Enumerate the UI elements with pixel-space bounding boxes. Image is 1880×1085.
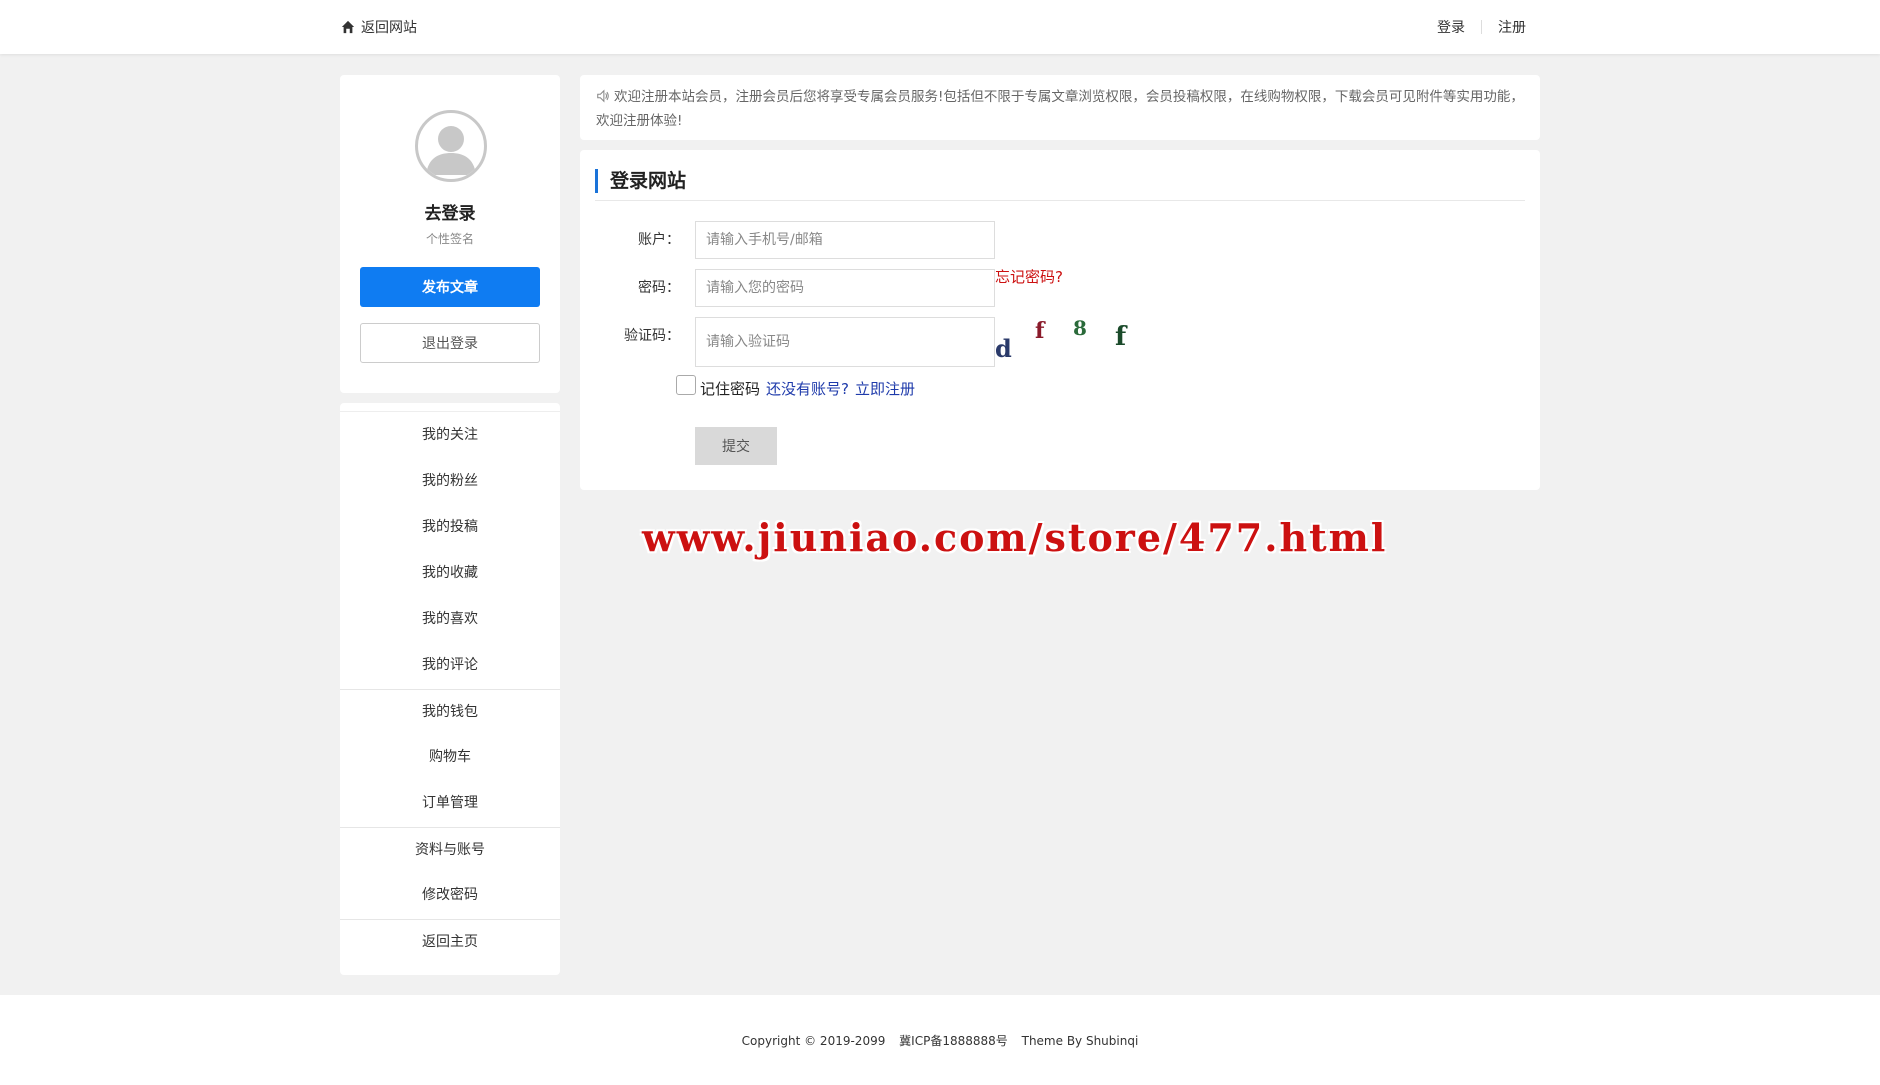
captcha-image[interactable]: d f 8 f bbox=[995, 316, 1145, 366]
logout-button[interactable]: 退出登录 bbox=[360, 323, 540, 363]
icp-link[interactable]: 冀ICP备1888888号 bbox=[899, 1034, 1008, 1048]
divider bbox=[340, 919, 560, 920]
menu-item-home[interactable]: 返回主页 bbox=[340, 930, 560, 954]
divider bbox=[1481, 20, 1482, 34]
captcha-char: 8 bbox=[1073, 316, 1087, 340]
notice-text: 欢迎注册本站会员，注册会员后您将享受专属会员服务!包括但不限于专属文章浏览权限，… bbox=[596, 89, 1524, 129]
menu-item-profile-account[interactable]: 资料与账号 bbox=[340, 838, 560, 862]
captcha-label: 验证码： bbox=[624, 328, 680, 344]
captcha-char: f bbox=[1115, 322, 1127, 352]
login-title: 登录网站 bbox=[595, 169, 686, 193]
auth-links: 登录 注册 bbox=[1437, 17, 1526, 37]
remember-checkbox[interactable] bbox=[676, 374, 696, 395]
menu-item-cart[interactable]: 购物车 bbox=[340, 745, 560, 769]
menu-item-comments[interactable]: 我的评论 bbox=[340, 653, 560, 677]
captcha-char: d bbox=[995, 334, 1012, 363]
forgot-password-link[interactable]: 忘记密码? bbox=[995, 266, 1063, 287]
login-form-card: 登录网站 账户： 密码： 忘记密码? 验证码： d f 8 f 记住密码 还没有… bbox=[580, 150, 1540, 490]
menu-item-following[interactable]: 我的关注 bbox=[340, 423, 560, 447]
divider bbox=[340, 411, 560, 412]
remember-label: 记住密码 bbox=[700, 380, 761, 398]
menu-item-likes[interactable]: 我的喜欢 bbox=[340, 607, 560, 631]
notice-bar: 欢迎注册本站会员，注册会员后您将享受专属会员服务!包括但不限于专属文章浏览权限，… bbox=[580, 75, 1540, 140]
account-label: 账户： bbox=[638, 232, 680, 248]
register-link[interactable]: 注册 bbox=[1498, 17, 1526, 37]
avatar[interactable] bbox=[415, 110, 487, 182]
captcha-char: f bbox=[1035, 318, 1045, 344]
footer: Copyright © 2019-2099 冀ICP备1888888号 Them… bbox=[0, 995, 1880, 1085]
password-label: 密码： bbox=[638, 280, 680, 296]
user-menu: 我的关注 我的粉丝 我的投稿 我的收藏 我的喜欢 我的评论 我的钱包 购物车 订… bbox=[340, 403, 560, 975]
no-account-link[interactable]: 还没有账号? bbox=[766, 378, 849, 399]
menu-item-change-password[interactable]: 修改密码 bbox=[340, 883, 560, 907]
watermark-text: www.jiuniao.com/store/477.html bbox=[642, 515, 1388, 560]
remember-row: 记住密码 还没有账号? 立即注册 bbox=[676, 374, 915, 399]
divider bbox=[340, 689, 560, 690]
profile-card: 去登录 个性签名 发布文章 退出登录 bbox=[340, 75, 560, 393]
divider bbox=[595, 200, 1525, 201]
user-avatar-icon bbox=[426, 126, 476, 175]
copyright-text: Copyright © 2019-2099 bbox=[741, 1034, 886, 1048]
back-to-site-link[interactable]: 返回网站 bbox=[341, 17, 417, 37]
theme-credit: Theme By Shubinqi bbox=[1021, 1034, 1139, 1048]
footer-text: Copyright © 2019-2099 冀ICP备1888888号 Them… bbox=[0, 1032, 1880, 1049]
top-navbar: 返回网站 登录 注册 bbox=[0, 0, 1880, 54]
username-login-link[interactable]: 去登录 bbox=[340, 199, 560, 224]
user-signature: 个性签名 bbox=[425, 232, 474, 246]
password-input[interactable] bbox=[695, 269, 995, 307]
speaker-icon bbox=[597, 89, 609, 103]
menu-item-favorites[interactable]: 我的收藏 bbox=[340, 561, 560, 585]
menu-item-submissions[interactable]: 我的投稿 bbox=[340, 515, 560, 539]
register-now-link[interactable]: 立即注册 bbox=[855, 378, 915, 399]
home-icon bbox=[341, 20, 355, 34]
captcha-input[interactable] bbox=[695, 317, 995, 367]
divider bbox=[340, 827, 560, 828]
account-input[interactable] bbox=[695, 221, 995, 259]
publish-article-button[interactable]: 发布文章 bbox=[360, 267, 540, 307]
menu-item-wallet[interactable]: 我的钱包 bbox=[340, 700, 560, 724]
back-to-site-label: 返回网站 bbox=[361, 20, 417, 36]
login-link[interactable]: 登录 bbox=[1437, 17, 1465, 37]
menu-item-fans[interactable]: 我的粉丝 bbox=[340, 469, 560, 493]
submit-button[interactable]: 提交 bbox=[695, 427, 777, 465]
menu-item-orders[interactable]: 订单管理 bbox=[340, 791, 560, 815]
